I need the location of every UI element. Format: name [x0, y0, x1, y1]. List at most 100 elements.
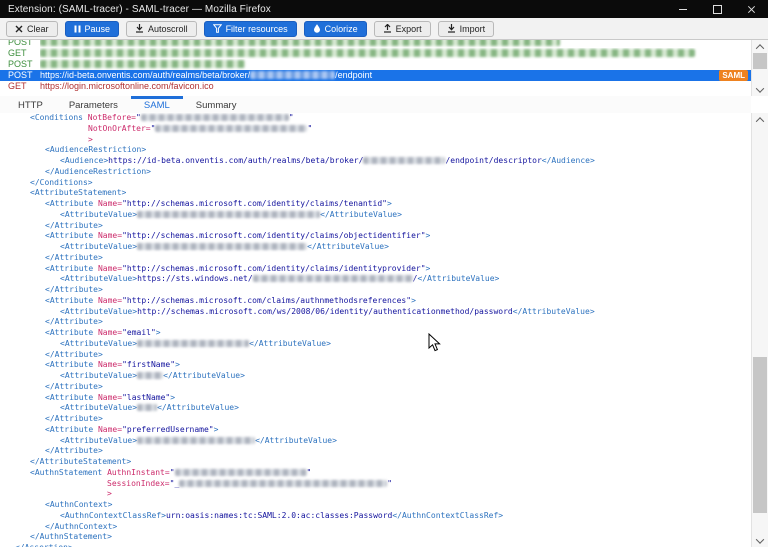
maximize-button[interactable]	[700, 0, 734, 18]
scrollbar-thumb[interactable]	[753, 357, 767, 513]
xml-token: <AuthnStatement	[30, 468, 107, 477]
request-url	[40, 59, 751, 70]
filter-resources-button[interactable]: Filter resources	[204, 21, 297, 37]
xml-token: Name=	[98, 360, 122, 369]
request-list[interactable]: POSTGETPOSTPOSThttps://id-beta.onventis.…	[0, 40, 751, 97]
xml-token: "	[307, 124, 312, 133]
xml-line: >	[0, 135, 751, 146]
xml-line: </Attribute>	[0, 382, 751, 393]
url-text: https://login.microsoftonline.com/favico…	[40, 81, 214, 91]
redacted-text	[137, 340, 249, 347]
scroll-down-icon[interactable]	[752, 83, 768, 96]
xml-line: <Attribute Name="email">	[0, 328, 751, 339]
tab-bar: HTTPParametersSAMLSummary	[0, 96, 751, 113]
xml-line: </Attribute>	[0, 221, 751, 232]
pause-button[interactable]: Pause	[65, 21, 120, 37]
request-url: https://id-beta.onventis.com/auth/realms…	[40, 70, 751, 81]
xml-token: <AttributeValue>	[60, 274, 137, 283]
xml-token: NotBefore=	[88, 113, 136, 122]
xml-line: >	[0, 489, 751, 500]
export-button[interactable]: Export	[374, 21, 431, 37]
scroll-up-icon[interactable]	[752, 40, 768, 53]
content-scrollbar[interactable]	[751, 113, 768, 547]
xml-token: "http://schemas.microsoft.com/claims/aut…	[122, 296, 411, 305]
xml-line: <Audience>https://id-beta.onventis.com/a…	[0, 156, 751, 167]
xml-token: "preferredUsername"	[122, 425, 214, 434]
xml-line: <AuthnContextClassRef>urn:oasis:names:tc…	[0, 511, 751, 522]
close-button[interactable]	[734, 0, 768, 18]
xml-token: >	[214, 425, 219, 434]
redacted-text	[363, 157, 445, 164]
xml-line: <Attribute Name="http://schemas.microsof…	[0, 296, 751, 307]
clear-button[interactable]: Clear	[6, 21, 58, 37]
xml-line: </Attribute>	[0, 414, 751, 425]
xml-token: "http://schemas.microsoft.com/identity/c…	[122, 231, 425, 240]
redacted-text	[155, 125, 307, 132]
xml-token: Name=	[98, 231, 122, 240]
xml-token: Name=	[98, 199, 122, 208]
request-row[interactable]: GET	[0, 48, 751, 59]
redacted-text	[253, 275, 413, 282]
xml-token: </AttributeValue>	[157, 403, 239, 412]
xml-token: "email"	[122, 328, 156, 337]
xml-line: <Conditions NotBefore=""	[0, 113, 751, 124]
import-button[interactable]: Import	[438, 21, 495, 37]
xml-token: <Attribute	[45, 199, 98, 208]
xml-token: <AttributeValue>	[60, 403, 137, 412]
request-row[interactable]: POST	[0, 59, 751, 70]
tab-summary[interactable]: Summary	[183, 96, 250, 113]
xml-token: <Conditions	[30, 113, 88, 122]
tab-parameters[interactable]: Parameters	[56, 96, 131, 113]
request-method: POST	[0, 40, 40, 48]
xml-token: <AttributeValue>	[60, 307, 137, 316]
xml-line: </Attribute>	[0, 350, 751, 361]
window-title: Extension: (SAML-tracer) - SAML-tracer —…	[0, 4, 271, 15]
minimize-button[interactable]	[666, 0, 700, 18]
scrollbar-thumb[interactable]	[753, 53, 767, 69]
xml-token: <AttributeValue>	[60, 371, 137, 380]
tab-http[interactable]: HTTP	[5, 96, 56, 113]
request-url	[40, 48, 751, 59]
xml-token: </Audience>	[542, 156, 595, 165]
filter-icon	[213, 24, 222, 33]
xml-token: <AttributeValue>	[60, 339, 137, 348]
xml-line: SessionIndex="_"	[0, 479, 751, 490]
xml-token: "firstName"	[122, 360, 175, 369]
scroll-down-icon[interactable]	[752, 534, 768, 547]
xml-token: urn:oasis:names:tc:SAML:2.0:ac:classes:P…	[166, 511, 392, 520]
request-list-scrollbar[interactable]	[751, 40, 768, 96]
xml-token: "lastName"	[122, 393, 170, 402]
xml-line: </Attribute>	[0, 253, 751, 264]
colorize-button[interactable]: Colorize	[304, 21, 367, 37]
xml-token: https://sts.windows.net/	[137, 274, 253, 283]
request-row[interactable]: GEThttps://login.microsoftonline.com/fav…	[0, 81, 751, 92]
xml-token: Name=	[98, 328, 122, 337]
tab-saml[interactable]: SAML	[131, 96, 183, 113]
xml-line: NotOnOrAfter=""	[0, 124, 751, 135]
xml-token: <Attribute	[45, 231, 98, 240]
xml-token: </Attribute>	[45, 253, 103, 262]
xml-line: </Assertion>	[0, 543, 751, 547]
request-url: https://login.microsoftonline.com/favico…	[40, 81, 751, 92]
xml-token: "	[387, 479, 392, 488]
request-row[interactable]: POST	[0, 40, 751, 48]
xml-token: </AttributeValue>	[513, 307, 595, 316]
autoscroll-button[interactable]: Autoscroll	[126, 21, 197, 37]
xml-line: <AttributeValue></AttributeValue>	[0, 210, 751, 221]
xml-line: </Conditions>	[0, 178, 751, 189]
xml-token: "http://schemas.microsoft.com/identity/c…	[122, 264, 425, 273]
xml-token: >	[426, 231, 431, 240]
xml-token: Name=	[98, 296, 122, 305]
xml-line: <Attribute Name="http://schemas.microsof…	[0, 264, 751, 275]
xml-token: >	[170, 393, 175, 402]
request-row[interactable]: POSThttps://id-beta.onventis.com/auth/re…	[0, 70, 751, 81]
pause-icon	[74, 25, 81, 33]
xml-token: <Attribute	[45, 360, 98, 369]
xml-token: Name=	[98, 393, 122, 402]
colorize-icon	[313, 24, 321, 33]
redacted-text	[141, 114, 289, 121]
xml-token: "_	[170, 479, 180, 488]
button-label: Export	[396, 24, 422, 34]
xml-token: "http://schemas.microsoft.com/identity/c…	[122, 199, 387, 208]
scroll-up-icon[interactable]	[752, 113, 768, 126]
